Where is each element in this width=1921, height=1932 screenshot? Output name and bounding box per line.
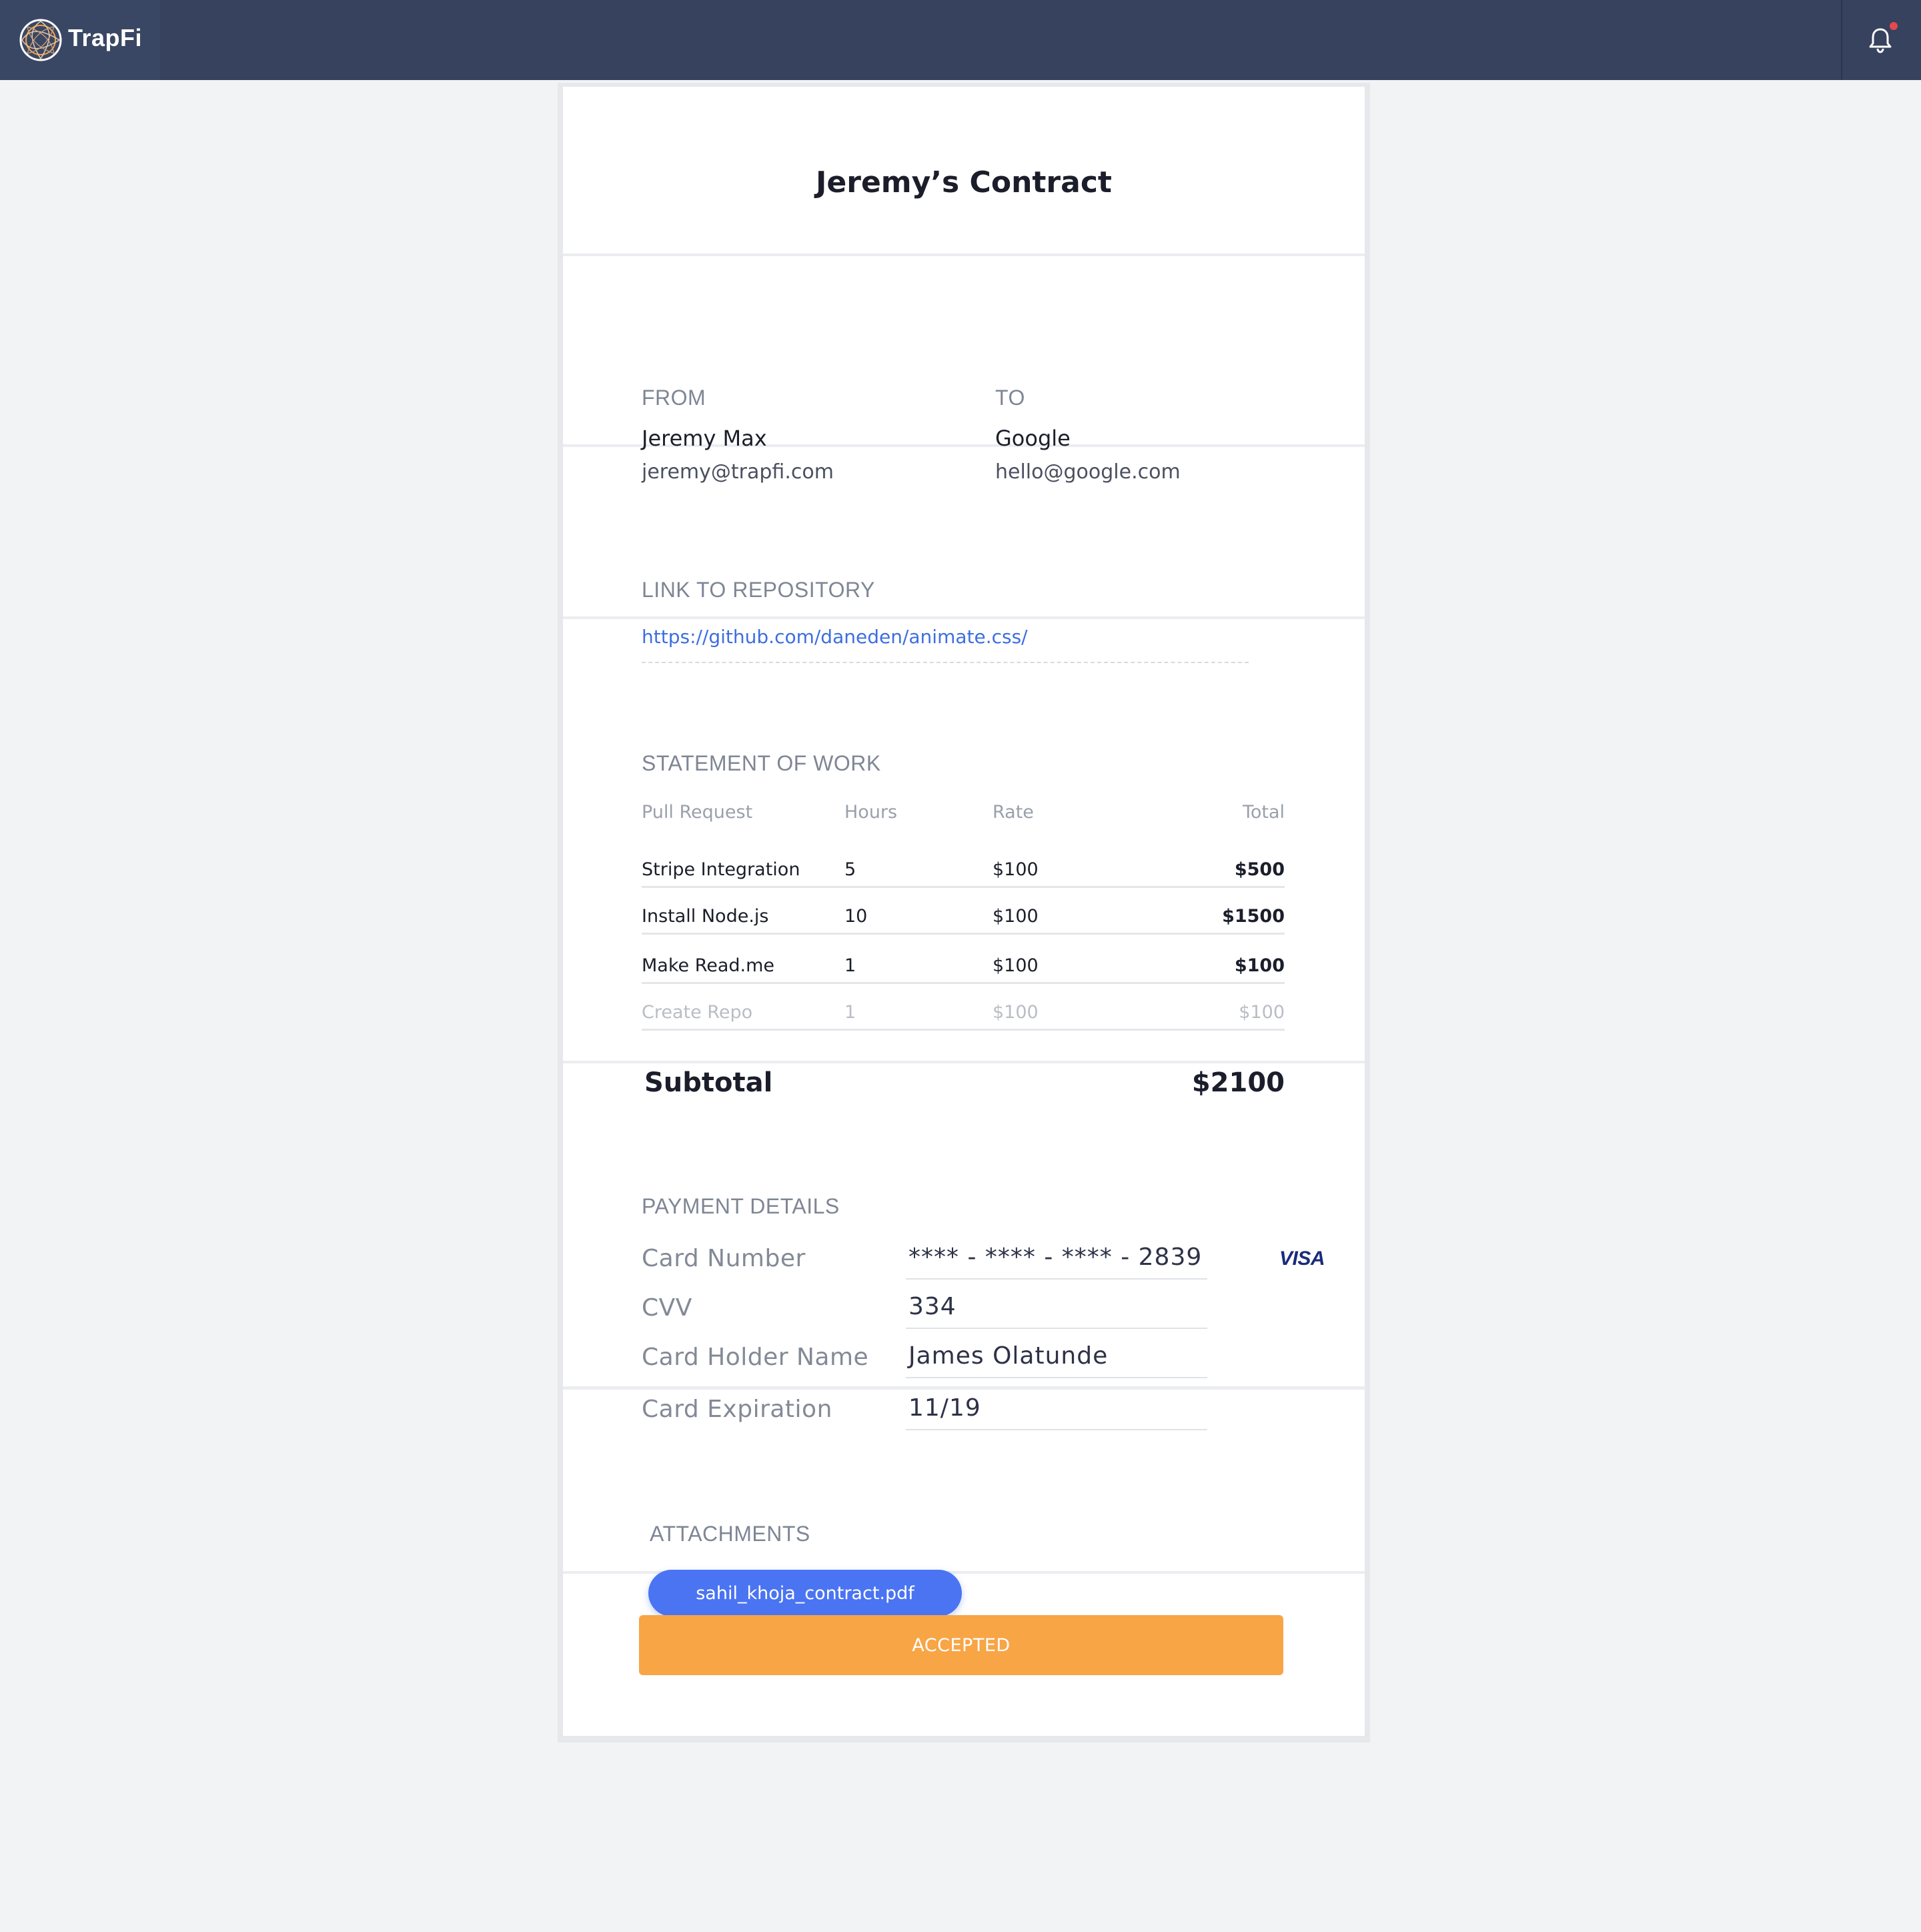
app-name: TrapFi (68, 24, 143, 51)
title-section: Jeremy’s Contract (563, 87, 1365, 256)
row-hours: 5 (844, 859, 856, 880)
row-divider (642, 1029, 1285, 1031)
cvv-label: CVV (642, 1294, 692, 1322)
visa-icon: VISA (1279, 1248, 1325, 1270)
row-rate: $100 (993, 859, 1039, 880)
notification-indicator (1890, 22, 1898, 30)
row-pull-request: Make Read.me (642, 955, 775, 976)
row-total: $500 (1234, 859, 1285, 880)
to-label: TO (995, 386, 1025, 410)
row-hours: 10 (844, 906, 868, 927)
row-pull-request: Install Node.js (642, 906, 769, 927)
parties-section: FROM Jeremy Max jeremy@trapfi.com TO Goo… (563, 256, 1365, 484)
notification-bell-icon[interactable] (1866, 25, 1894, 55)
card-holder-underline (906, 1377, 1207, 1378)
column-header-hours: Hours (844, 802, 898, 823)
row-rate: $100 (993, 906, 1039, 927)
attachments-label: ATTACHMENTS (650, 1522, 810, 1546)
row-rate: $100 (993, 1002, 1039, 1023)
trapfi-logo-icon (19, 19, 62, 61)
repository-label: LINK TO REPOSITORY (642, 578, 875, 602)
column-header-pull-request: Pull Request (642, 802, 753, 823)
row-divider (642, 933, 1285, 935)
column-header-rate: Rate (993, 802, 1034, 823)
row-hours: 1 (844, 955, 856, 976)
statement-section: STATEMENT OF WORK Pull Request Hours Rat… (563, 619, 1365, 1098)
topbar-divider (1841, 0, 1842, 80)
payment-label: PAYMENT DETAILS (642, 1194, 840, 1218)
row-hours: 1 (844, 1002, 856, 1023)
from-label: FROM (642, 386, 706, 410)
attachments-section: ATTACHMENTS sahil_khoja_contract.pdf (563, 1390, 1365, 1616)
repository-section: LINK TO REPOSITORY https://github.com/da… (563, 447, 1365, 663)
row-total: $1500 (1222, 906, 1285, 927)
payment-section: PAYMENT DETAILS Card Number **** - **** … (563, 1063, 1365, 1430)
row-pull-request: Stripe Integration (642, 859, 800, 880)
row-divider (642, 886, 1285, 888)
status-section: ACCEPTED (563, 1574, 1365, 1736)
statement-label: STATEMENT OF WORK (642, 751, 881, 775)
card-number-field[interactable]: **** - **** - **** - 2839 (908, 1244, 1202, 1271)
accepted-button[interactable]: ACCEPTED (639, 1615, 1283, 1675)
logo-link[interactable]: TrapFi (0, 0, 160, 80)
row-pull-request: Create Repo (642, 1002, 753, 1023)
cvv-field[interactable]: 334 (908, 1293, 956, 1320)
row-rate: $100 (993, 955, 1039, 976)
cvv-underline (906, 1328, 1207, 1329)
column-header-total: Total (1242, 802, 1285, 823)
top-navigation-bar: TrapFi (0, 0, 1921, 80)
page-title: Jeremy’s Contract (816, 165, 1112, 199)
row-divider (642, 982, 1285, 984)
card-number-label: Card Number (642, 1245, 806, 1272)
card-number-underline (906, 1278, 1207, 1280)
card-holder-field[interactable]: James Olatunde (908, 1342, 1108, 1370)
row-total: $100 (1234, 955, 1285, 976)
card-holder-label: Card Holder Name (642, 1344, 869, 1371)
contract-card: Jeremy’s Contract FROM Jeremy Max jeremy… (563, 87, 1365, 1736)
row-total: $100 (1239, 1002, 1285, 1023)
